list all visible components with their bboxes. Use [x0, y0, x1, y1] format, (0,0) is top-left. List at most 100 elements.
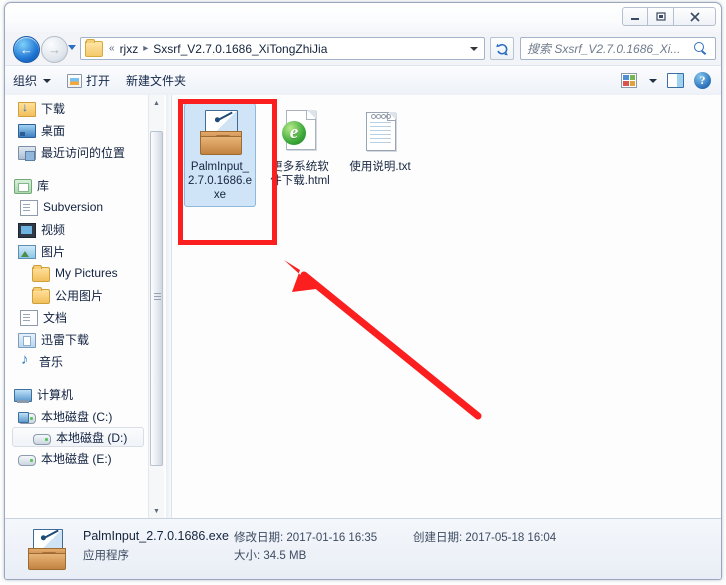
sidebar-item-label: 本地磁盘 (C:)	[41, 409, 113, 424]
sidebar-item-label: 下载	[41, 101, 66, 116]
sidebar-item[interactable]: 本地磁盘 (C:)	[6, 405, 152, 427]
sidebar-item-label: 迅雷下载	[41, 332, 90, 347]
history-dropdown-icon[interactable]	[68, 45, 76, 50]
restore-icon	[655, 12, 666, 21]
details-created: 创建日期: 2017-05-18 16:04	[413, 529, 556, 545]
address-bar[interactable]: « rjxz ▸ Sxsrf_V2.7.0.1686_XiTongZhiJia	[80, 37, 485, 60]
details-file-name: PalmInput_2.7.0.1686.exe	[83, 529, 229, 543]
details-row-secondary: 应用程序 大小: 34.5 MB	[83, 547, 713, 565]
details-file-type: 应用程序	[83, 550, 129, 562]
window-controls	[622, 7, 716, 26]
details-modified: 修改日期: 2017-01-16 16:35	[234, 529, 377, 545]
forward-button[interactable]: →	[41, 36, 68, 63]
organize-button[interactable]: 组织	[5, 69, 59, 92]
search-input[interactable]: 搜索 Sxsrf_V2.7.0.1686_Xi...	[527, 40, 693, 57]
sidebar-item[interactable]: Subversion	[6, 196, 152, 218]
sidebar-item[interactable]: 下载	[6, 97, 152, 119]
installer-package-icon	[27, 529, 69, 570]
sidebar-item-label: 最近访问的位置	[41, 145, 126, 160]
sidebar-item[interactable]: 迅雷下载	[6, 328, 152, 350]
close-button[interactable]	[674, 7, 716, 26]
details-row-primary: PalmInput_2.7.0.1686.exe 修改日期: 2017-01-1…	[83, 529, 713, 547]
details-modified-label: 修改日期:	[234, 532, 284, 544]
sidebar-item-label: 视频	[41, 222, 66, 237]
recent-places-icon	[18, 146, 36, 161]
sidebar-item-label: 本地磁盘 (D:)	[56, 430, 128, 445]
chevron-down-icon	[43, 78, 52, 83]
maximize-button[interactable]	[648, 7, 674, 26]
sidebar-item[interactable]: 公用图片	[6, 284, 152, 306]
refresh-button[interactable]	[490, 37, 514, 60]
text-file-icon	[356, 109, 404, 157]
details-size-label: 大小:	[234, 550, 261, 562]
sidebar-item[interactable]: 桌面	[6, 119, 152, 141]
scrollbar-thumb[interactable]	[150, 131, 163, 466]
search-icon	[693, 41, 709, 56]
command-toolbar: 组织 打开 新建文件夹 ?	[5, 65, 721, 96]
breadcrumb-parent[interactable]: rjxz	[118, 42, 141, 56]
new-folder-button[interactable]: 新建文件夹	[118, 69, 194, 92]
sidebar-item-label: 文档	[43, 310, 68, 325]
folder-icon	[85, 38, 103, 57]
scroll-down-arrow-icon[interactable]: ▼	[149, 503, 164, 519]
sidebar-item[interactable]: 本地磁盘 (D:)	[12, 427, 144, 447]
sidebar-item-label: Subversion	[43, 200, 104, 214]
details-size: 大小: 34.5 MB	[234, 547, 306, 563]
sidebar-scrollbar[interactable]: ▲ ▼	[148, 95, 164, 519]
file-tile-txt[interactable]: 使用说明.txt	[344, 103, 416, 179]
desktop-icon	[18, 124, 36, 138]
back-arrow-icon: ←	[20, 42, 33, 57]
organize-label: 组织	[13, 74, 38, 88]
navigation-bar: ← → « rjxz ▸ Sxsrf_V2.7.0.1686_XiTongZhi…	[5, 32, 721, 65]
view-options-icon[interactable]	[621, 73, 637, 88]
sidebar-item[interactable]: 本地磁盘 (E:)	[6, 447, 152, 469]
scroll-up-arrow-icon[interactable]: ▲	[149, 95, 164, 111]
library-icon	[14, 178, 32, 194]
folder-tree: 下载桌面最近访问的位置库 Subversion 视频图片 My Pictures 公用图…	[6, 97, 152, 469]
sidebar-item[interactable]: 视频	[6, 218, 152, 240]
forward-arrow-icon: →	[48, 42, 61, 57]
red-pointer-arrow	[284, 260, 482, 420]
close-icon	[689, 11, 700, 22]
back-button[interactable]: ←	[13, 36, 40, 63]
sidebar-item[interactable]: 文档	[6, 306, 152, 328]
computer-icon	[14, 388, 32, 403]
download-folder-icon	[18, 100, 36, 117]
sidebar-item-label: 图片	[41, 244, 66, 259]
minimize-button[interactable]	[622, 7, 648, 26]
view-chevron-down-icon[interactable]	[649, 78, 657, 83]
folder-icon	[32, 264, 50, 282]
system-drive-icon	[18, 411, 36, 424]
search-box[interactable]: 搜索 Sxsrf_V2.7.0.1686_Xi...	[520, 37, 716, 60]
sidebar-item-label: 桌面	[41, 123, 66, 138]
sidebar-item[interactable]: 计算机	[6, 383, 152, 405]
documents-library-icon	[20, 309, 38, 326]
music-library-icon	[18, 351, 34, 369]
drive-icon	[18, 454, 36, 466]
sidebar-item[interactable]: 音乐	[6, 350, 152, 372]
list-item[interactable]: 使用说明.txt	[344, 103, 416, 179]
details-modified-value: 2017-01-16 16:35	[286, 532, 378, 544]
sidebar-item-label: 库	[37, 178, 50, 193]
help-icon[interactable]: ?	[694, 72, 711, 89]
breadcrumb-separator-icon[interactable]: ▸	[140, 43, 151, 54]
video-library-icon	[18, 222, 36, 238]
sidebar-item-label: 本地磁盘 (E:)	[41, 451, 112, 466]
address-dropdown-icon[interactable]	[470, 47, 478, 51]
sidebar-item[interactable]: My Pictures	[6, 262, 152, 284]
breadcrumb-overflow[interactable]: «	[106, 43, 118, 54]
scrollbar-grip-icon	[154, 295, 161, 297]
sidebar-item[interactable]: 图片	[6, 240, 152, 262]
sidebar-item[interactable]: 库	[6, 174, 152, 196]
document-library-icon	[20, 199, 38, 216]
open-button[interactable]: 打开	[59, 69, 118, 92]
preview-pane-icon[interactable]	[667, 73, 684, 88]
thunder-download-icon	[18, 332, 36, 348]
folder-icon	[32, 286, 50, 304]
details-created-label: 创建日期:	[413, 532, 463, 544]
sidebar-item[interactable]: 最近访问的位置	[6, 141, 152, 163]
breadcrumb-current[interactable]: Sxsrf_V2.7.0.1686_XiTongZhiJia	[151, 42, 329, 56]
file-name-label: 使用说明.txt	[349, 161, 411, 173]
toolbar-right-group: ?	[621, 72, 721, 89]
sidebar-item-label: 音乐	[39, 354, 64, 369]
